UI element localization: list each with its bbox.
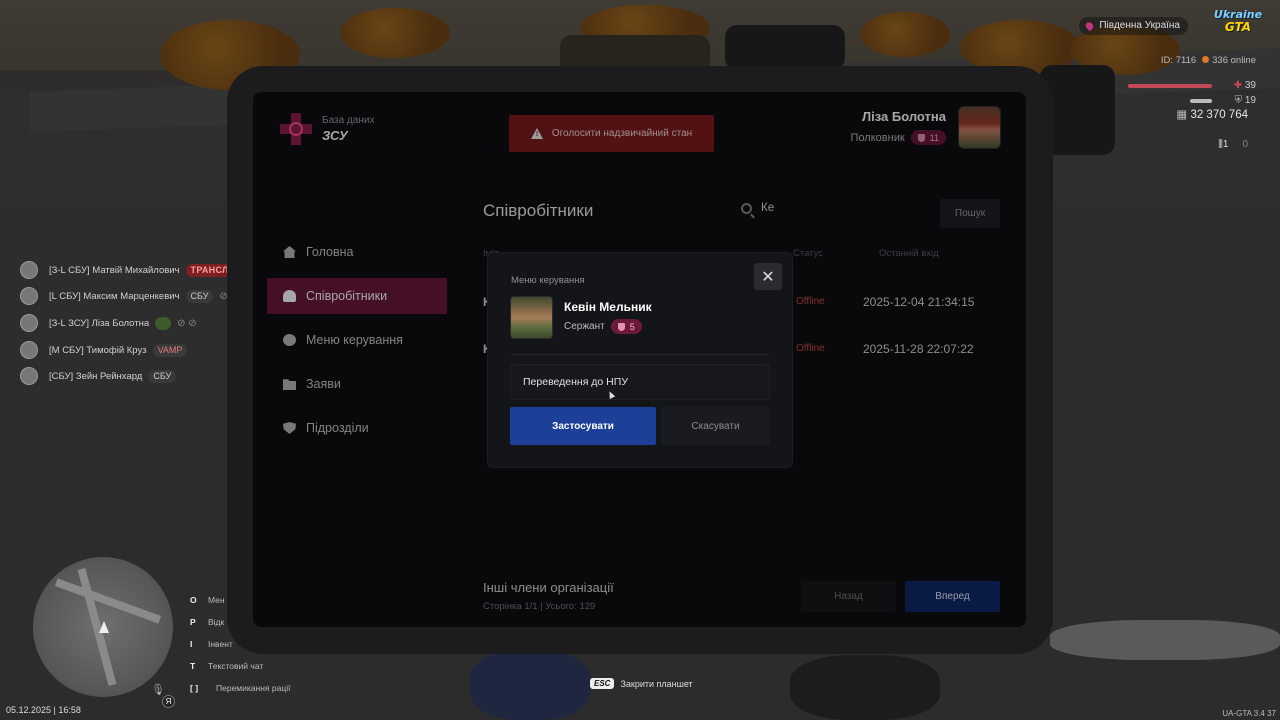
employee-rank: Сержант: [564, 321, 605, 332]
voice-name: [З-L СБУ] Матвій Михайлович: [49, 264, 180, 276]
rank-shield-icon: [617, 322, 625, 331]
action-select-value: Переведення до НПУ: [523, 376, 628, 388]
esc-key-icon: ESC: [590, 678, 615, 689]
voice-list-item: [M СБУ] Тимофій Круз VAMP: [20, 340, 188, 360]
close-button[interactable]: ✕: [754, 263, 782, 290]
online-count: 336 online: [1212, 55, 1256, 66]
online-dot-icon: [1202, 56, 1210, 63]
minimap-road: [54, 578, 162, 624]
voice-list-item: [З-L СБУ] Матвій Михайлович ТРАНСЛЯЦІЯ: [20, 260, 257, 280]
armor-bar: [1190, 99, 1212, 103]
minimap-road: [77, 568, 117, 686]
voice-avatar: [20, 261, 38, 279]
region-indicator: Південна Україна: [1079, 17, 1188, 35]
player-id-online: ID: 7116 336 online: [1161, 55, 1256, 66]
bind-key: P: [190, 617, 196, 627]
health-value: ✚ 39: [1216, 80, 1256, 91]
voice-avatar: [20, 341, 38, 359]
bind-key: I: [190, 639, 193, 649]
game-version: UA-GTA 3.4 37: [1222, 709, 1276, 718]
game-logo: Ukraine GTA: [1210, 9, 1266, 39]
money-icon: ▦: [1176, 109, 1191, 121]
ammo-clip: 1: [1222, 139, 1229, 150]
modal-title: Меню керування: [511, 275, 585, 286]
bind-label: Перемикання рації: [216, 683, 291, 693]
voice-avatar: [20, 314, 38, 332]
voice-name: [З-L ЗСУ] Ліза Болотна: [49, 317, 150, 329]
region-label: Південна Україна: [1099, 20, 1180, 31]
rank-level: 5: [629, 321, 635, 332]
key-bind-row: [ ] Перемикання рації: [190, 677, 290, 699]
employee-avatar: [510, 296, 553, 339]
shield-icon: ⛨: [1234, 95, 1245, 106]
ammo-display: ⫼1 0: [1218, 139, 1248, 150]
employee-rank-row: Сержант 5: [564, 319, 642, 334]
bind-label: Текстовий чат: [208, 661, 264, 671]
voice-list-item: [L СБУ] Максим Марценкевич СБУ ⊘ ⊘: [20, 286, 239, 306]
voice-list-item: [СБУ] Зейн Рейнхард СБУ: [20, 366, 177, 386]
divider: [510, 354, 770, 355]
action-select[interactable]: Переведення до НПУ: [510, 364, 770, 400]
faction-badge: VAMP: [152, 343, 188, 357]
voice-name: [L СБУ] Максим Марценкевич: [49, 290, 180, 302]
bind-label: Відк: [208, 617, 225, 627]
date-time: 05.12.2025 | 16:58: [6, 705, 81, 715]
voice-name: [M СБУ] Тимофій Круз: [49, 344, 147, 356]
bind-label: Інвент: [208, 639, 233, 649]
faction-badge: СБУ: [185, 289, 214, 303]
player-id: ID: 7116: [1160, 55, 1197, 66]
armor-value: ⛨ 19: [1216, 95, 1256, 106]
mic-muted-icon: ⊘ ⊘: [177, 317, 197, 329]
bind-key: T: [190, 661, 196, 671]
health-number: 39: [1244, 80, 1256, 91]
microphone-icon: 🎙: [151, 684, 165, 696]
close-icon: ✕: [761, 268, 775, 286]
version-extra: 37: [1267, 709, 1276, 718]
close-tablet-label: Закрити планшет: [620, 678, 693, 689]
minimap-self-badge: Я: [162, 695, 175, 708]
bind-key: O: [190, 595, 197, 605]
key-bind-row: T Текстовий чат: [190, 655, 290, 677]
bind-label: Мен: [208, 595, 225, 605]
voice-list-item: [З-L ЗСУ] Ліза Болотна ⊘ ⊘: [20, 313, 197, 333]
money-display: ▦ 32 370 764: [1176, 107, 1248, 121]
game-logo-bottom: GTA: [1224, 20, 1252, 34]
version-label: UA-GTA 3.4: [1222, 709, 1265, 718]
voice-avatar: [20, 287, 38, 305]
armor-number: 19: [1244, 95, 1256, 106]
money-value: 32 370 764: [1190, 109, 1248, 121]
minimap: [33, 557, 173, 697]
faction-badge: СБУ: [148, 369, 177, 383]
faction-flag-icon: [155, 316, 172, 330]
health-bar: [1128, 84, 1212, 88]
ammo-total: 0: [1242, 139, 1248, 150]
voice-name: [СБУ] Зейн Рейнхард: [49, 370, 143, 382]
voice-avatar: [20, 367, 38, 385]
heart-icon: ✚: [1233, 80, 1245, 91]
player-arrow-icon: [99, 621, 109, 633]
close-tablet-hint[interactable]: ESC Закрити планшет: [590, 678, 693, 689]
cancel-button[interactable]: Скасувати: [661, 407, 770, 445]
location-pin-icon: [1084, 20, 1096, 32]
employee-name: Кевін Мельник: [564, 300, 652, 314]
apply-button[interactable]: Застосувати: [510, 407, 656, 445]
rank-level-badge: 5: [610, 319, 642, 334]
bind-key: [ ]: [190, 683, 199, 693]
